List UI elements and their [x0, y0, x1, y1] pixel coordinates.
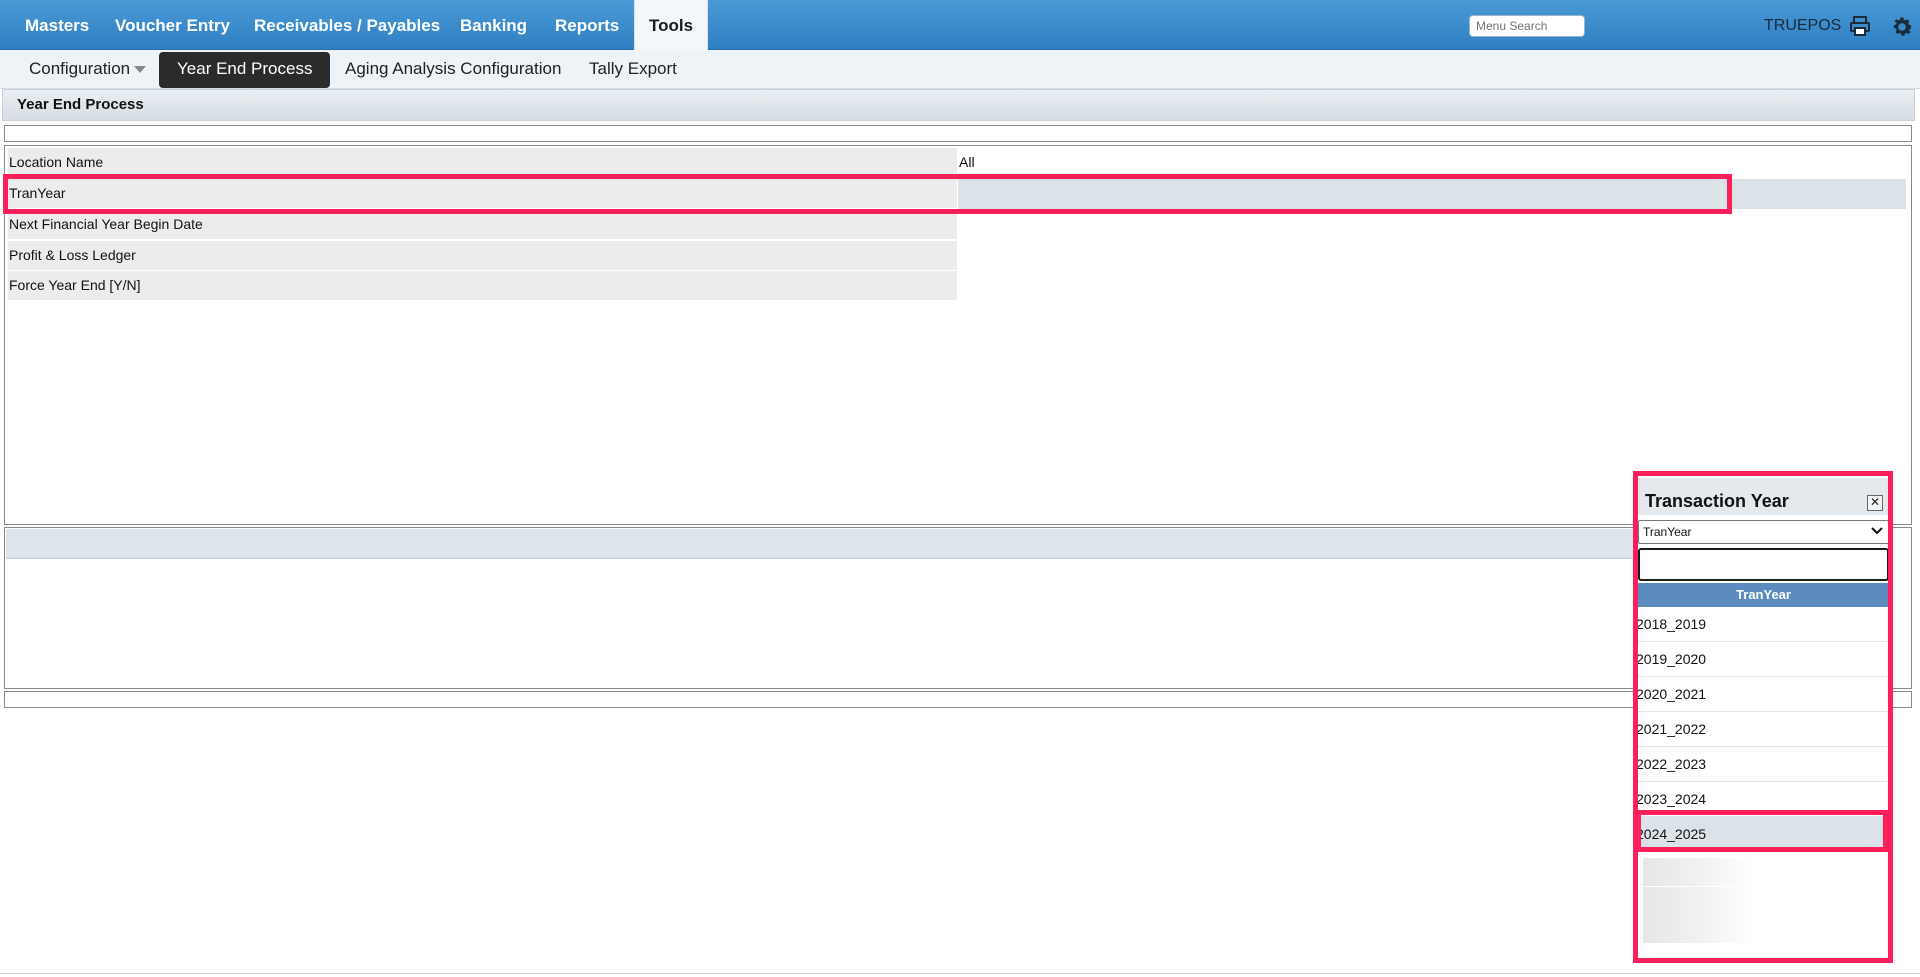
- nav-masters[interactable]: Masters: [25, 0, 89, 50]
- popup-column-select[interactable]: TranYear: [1638, 520, 1889, 544]
- subnav-configuration[interactable]: Configuration: [29, 50, 147, 89]
- chevron-down-icon: [1870, 523, 1884, 545]
- form-label-tranyear: TranYear: [8, 179, 957, 208]
- form-label-location-name: Location Name: [8, 148, 957, 177]
- list-item[interactable]: 2022_2023: [1636, 747, 1889, 782]
- nav-reports[interactable]: Reports: [555, 0, 619, 50]
- list-item[interactable]: 2021_2022: [1636, 712, 1889, 747]
- popup-title: Transaction Year: [1645, 491, 1789, 511]
- nav-voucher-entry[interactable]: Voucher Entry: [115, 0, 230, 50]
- popup-select-value: TranYear: [1643, 525, 1692, 539]
- bottom-strip: [4, 691, 1912, 708]
- panel-header: Year End Process: [2, 89, 1915, 121]
- form-label-force-year-end: Force Year End [Y/N]: [8, 271, 957, 300]
- popup-title-bar: Transaction Year ✕: [1638, 478, 1888, 515]
- sub-nav-bar: Configuration Year End Process Aging Ana…: [0, 50, 1920, 89]
- subnav-aging-analysis-configuration[interactable]: Aging Analysis Configuration: [345, 50, 561, 89]
- list-item[interactable]: 2023_2024: [1636, 782, 1889, 817]
- lower-grid-header: [6, 529, 1636, 559]
- subnav-configuration-label: Configuration: [29, 59, 131, 78]
- list-item[interactable]: 2018_2019: [1636, 607, 1889, 642]
- blurred-row: [1643, 915, 1753, 943]
- list-item[interactable]: 2020_2021: [1636, 677, 1889, 712]
- popup-search-input[interactable]: [1638, 548, 1889, 581]
- subnav-year-end-process[interactable]: Year End Process: [159, 52, 331, 88]
- gear-icon[interactable]: [1889, 14, 1913, 38]
- menu-search-input[interactable]: [1469, 15, 1585, 37]
- toolbar-strip: [4, 125, 1912, 142]
- page-title: Year End Process: [17, 96, 144, 113]
- form-value-location-name[interactable]: All: [959, 148, 975, 177]
- top-nav-bar: Masters Voucher Entry Receivables / Paya…: [0, 0, 1920, 50]
- form-label-profit-loss-ledger: Profit & Loss Ledger: [8, 241, 957, 270]
- chevron-down-icon: [134, 66, 147, 74]
- form-label-next-fy-begin-date: Next Financial Year Begin Date: [8, 210, 957, 239]
- printer-icon[interactable]: [1848, 14, 1872, 38]
- nav-banking[interactable]: Banking: [460, 0, 527, 50]
- blurred-row: [1643, 887, 1753, 915]
- transaction-year-popup: Transaction Year ✕ TranYear TranYear 201…: [1633, 473, 1893, 955]
- close-icon[interactable]: ✕: [1867, 495, 1883, 511]
- tranyear-field[interactable]: [958, 179, 1906, 209]
- user-name: TRUEPOS: [1764, 17, 1842, 34]
- popup-column-header: TranYear: [1638, 583, 1889, 607]
- blurred-row: [1643, 858, 1753, 886]
- nav-receivables-payables[interactable]: Receivables / Payables: [254, 0, 440, 50]
- list-item[interactable]: 2019_2020: [1636, 642, 1889, 677]
- nav-tools[interactable]: Tools: [634, 0, 709, 50]
- popup-year-list: 2018_2019 2019_2020 2020_2021 2021_2022 …: [1636, 607, 1889, 852]
- subnav-tally-export[interactable]: Tally Export: [589, 50, 677, 89]
- footer-divider: [0, 973, 1920, 974]
- list-item-selected[interactable]: 2024_2025: [1636, 817, 1889, 852]
